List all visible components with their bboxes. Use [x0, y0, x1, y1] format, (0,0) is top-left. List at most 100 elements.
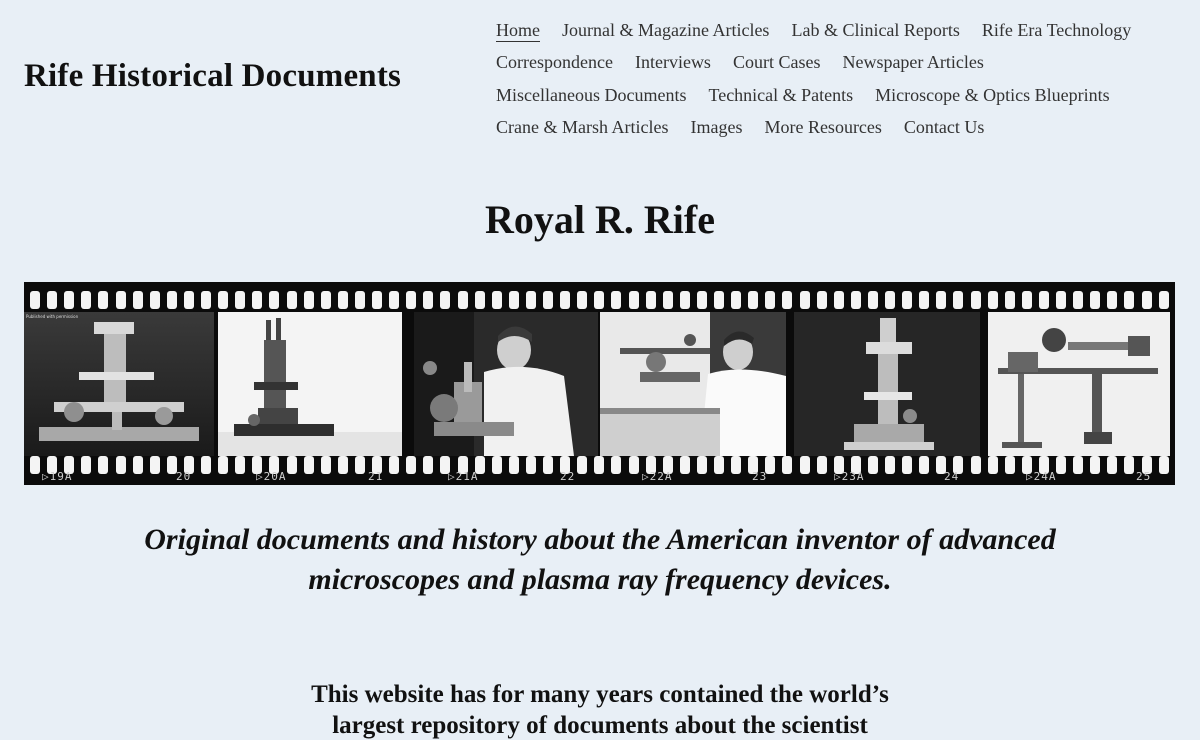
film-perforation [799, 456, 810, 474]
film-perforation [508, 456, 519, 474]
film-frame-scientist-at-workbench [600, 312, 786, 456]
film-edge-label: ▷23A [834, 470, 865, 483]
film-perforation [867, 456, 878, 474]
film-frame-universal-microscope [218, 312, 402, 456]
film-perforation [1073, 456, 1084, 474]
nav-item-correspondence[interactable]: Correspondence [496, 51, 613, 73]
film-perforation [64, 291, 75, 309]
film-frame-optical-apparatus [988, 312, 1170, 456]
film-perforation [577, 291, 588, 309]
nav-item-contact-us[interactable]: Contact Us [904, 116, 985, 138]
film-perforation [885, 291, 895, 309]
film-perforation [1004, 456, 1015, 474]
film-perforation [525, 456, 536, 474]
film-perforation [987, 291, 998, 309]
nav-item-images[interactable]: Images [690, 116, 742, 138]
nav-item-interviews[interactable]: Interviews [635, 51, 711, 73]
film-perforation [867, 291, 878, 309]
film-perforation [799, 291, 810, 309]
nav-item-journal-magazine-articles[interactable]: Journal & Magazine Articles [562, 19, 769, 41]
film-perforation [953, 291, 964, 309]
film-perforation [850, 291, 861, 309]
film-perforation [1073, 291, 1084, 309]
film-perforation [611, 456, 622, 474]
film-perforation [183, 291, 194, 309]
film-perforation [423, 456, 434, 474]
film-perforation [406, 291, 417, 309]
film-perforation [765, 291, 776, 309]
film-perforation [149, 291, 160, 309]
film-perforation [201, 456, 211, 474]
nav-item-microscope-optics-blueprints[interactable]: Microscope & Optics Blueprints [875, 84, 1109, 106]
nav-item-newspaper-articles[interactable]: Newspaper Articles [842, 51, 983, 73]
site-title[interactable]: Rife Historical Documents [24, 58, 401, 95]
nav-item-home[interactable]: Home [496, 19, 540, 42]
film-edge-label: ▷22A [642, 470, 673, 483]
nav-row: Correspondence Interviews Court Cases Ne… [496, 46, 1186, 78]
film-perforation [833, 291, 844, 309]
tagline: Original documents and history about the… [0, 520, 1200, 600]
film-perforation [1056, 456, 1066, 474]
film-perforation [252, 291, 263, 309]
film-perforation [508, 291, 519, 309]
film-perforation [714, 456, 724, 474]
nav-row: Miscellaneous Documents Technical & Pate… [496, 79, 1186, 111]
film-perforation [337, 456, 348, 474]
film-perforation [970, 456, 981, 474]
film-perforation [543, 456, 553, 474]
nav-item-court-cases[interactable]: Court Cases [733, 51, 821, 73]
nav-row: Home Journal & Magazine Articles Lab & C… [496, 14, 1186, 46]
film-perforation [662, 291, 673, 309]
film-edge-label: 24 [944, 470, 960, 483]
nav-item-lab-clinical-reports[interactable]: Lab & Clinical Reports [791, 19, 959, 41]
film-perforation [645, 291, 656, 309]
film-perforation [406, 456, 417, 474]
film-perforation [731, 456, 742, 474]
film-perforation [1056, 291, 1066, 309]
film-perforation [354, 291, 365, 309]
film-perforation [354, 456, 365, 474]
film-perforation [269, 291, 280, 309]
film-perforation [286, 291, 297, 309]
film-edge-label: 20 [176, 470, 192, 483]
intro-line: This website has for many years containe… [311, 681, 889, 708]
film-frame-scientist-at-microscope [414, 312, 598, 456]
film-perforation [47, 291, 58, 309]
film-edge-label: 21 [368, 470, 384, 483]
film-perforation [1124, 456, 1135, 474]
film-edge-label: 22 [560, 470, 576, 483]
film-perforation [1141, 291, 1152, 309]
film-perforation [372, 291, 382, 309]
nav-item-rife-era-technology[interactable]: Rife Era Technology [982, 19, 1131, 41]
film-perforation [303, 291, 314, 309]
intro-paragraph: This website has for many years containe… [0, 679, 1200, 740]
film-perforations-bottom [24, 456, 1175, 474]
film-perforation [491, 456, 502, 474]
page-title: Royal R. Rife [485, 197, 715, 242]
film-perforation [816, 456, 827, 474]
film-perforation [30, 456, 40, 474]
film-perforation [389, 456, 400, 474]
nav-item-miscellaneous-documents[interactable]: Miscellaneous Documents [496, 84, 686, 106]
film-perforation [696, 456, 707, 474]
film-perforation [628, 291, 639, 309]
nav-item-technical-patents[interactable]: Technical & Patents [708, 84, 853, 106]
film-perforation [320, 291, 331, 309]
film-perforation [423, 291, 434, 309]
film-perforation [679, 291, 690, 309]
nav-item-crane-marsh-articles[interactable]: Crane & Marsh Articles [496, 116, 668, 138]
film-perforation [543, 291, 553, 309]
intro-line: largest repository of documents about th… [332, 712, 868, 739]
film-perforation [149, 456, 160, 474]
film-perforation [560, 291, 571, 309]
film-perforation [81, 291, 92, 309]
film-perforation [1107, 456, 1118, 474]
film-perforation [30, 291, 40, 309]
film-perforation [902, 291, 913, 309]
film-perforation [98, 291, 109, 309]
film-perforation [320, 456, 331, 474]
nav-item-more-resources[interactable]: More Resources [764, 116, 881, 138]
film-perforation [1038, 291, 1049, 309]
film-perforation [782, 456, 793, 474]
film-perforation [115, 456, 126, 474]
